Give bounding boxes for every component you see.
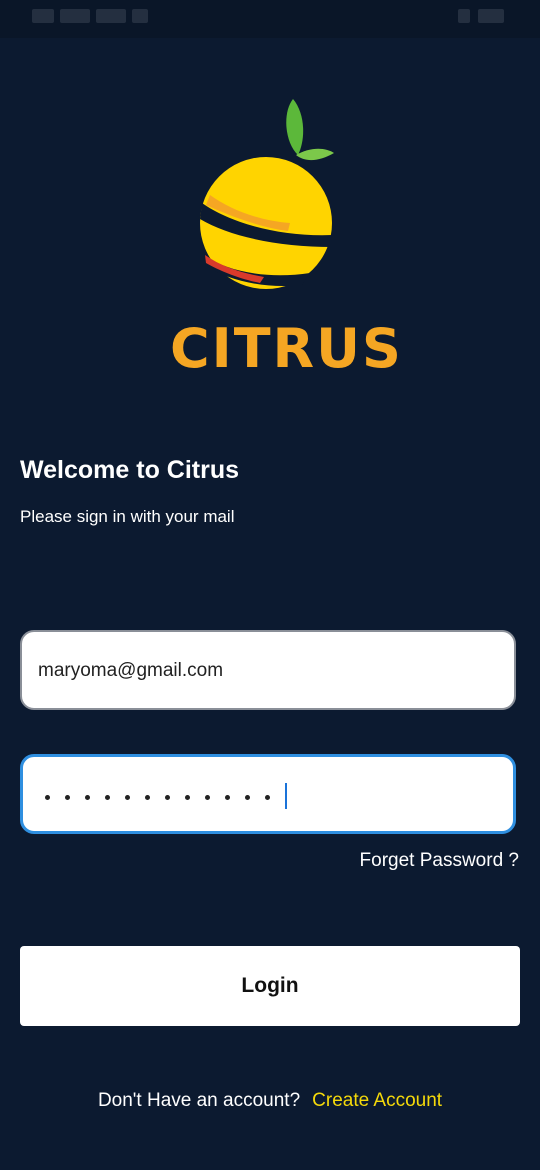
mute-icon [458, 9, 470, 23]
password-dot [125, 795, 130, 800]
welcome-title: Welcome to Citrus [20, 456, 240, 484]
password-dot [245, 795, 250, 800]
password-field[interactable] [20, 754, 516, 834]
password-dot [105, 795, 110, 800]
email-field[interactable]: maryoma@gmail.com [20, 630, 516, 710]
wifi-icon [132, 9, 148, 23]
status-left-icons [32, 9, 148, 23]
citrus-logo: CITRUS [170, 95, 403, 385]
brand-name: CITRUS [170, 317, 403, 380]
forgot-password-link[interactable]: Forget Password ? [360, 850, 519, 872]
password-dot [185, 795, 190, 800]
login-button[interactable]: Login [20, 946, 520, 1026]
signup-row: Don't Have an account? Create Account [0, 1090, 540, 1112]
password-dot [265, 795, 270, 800]
password-dot [225, 795, 230, 800]
create-account-link[interactable]: Create Account [312, 1090, 442, 1112]
text-caret [285, 783, 287, 809]
password-dot [145, 795, 150, 800]
status-right-icons [458, 9, 504, 23]
password-dot [45, 795, 50, 800]
citrus-fruit-icon [200, 99, 334, 289]
welcome-subtitle: Please sign in with your mail [20, 507, 235, 526]
password-mask [45, 795, 270, 800]
email-value: maryoma@gmail.com [38, 660, 224, 681]
password-dot [205, 795, 210, 800]
signup-prompt: Don't Have an account? [97, 1090, 301, 1111]
notification-icon [32, 9, 54, 23]
battery-icon [478, 9, 504, 23]
password-dot [65, 795, 70, 800]
status-bar [0, 0, 540, 38]
signal-icon [60, 9, 90, 23]
password-dot [85, 795, 90, 800]
signal-icon-2 [96, 9, 126, 23]
password-dot [165, 795, 170, 800]
